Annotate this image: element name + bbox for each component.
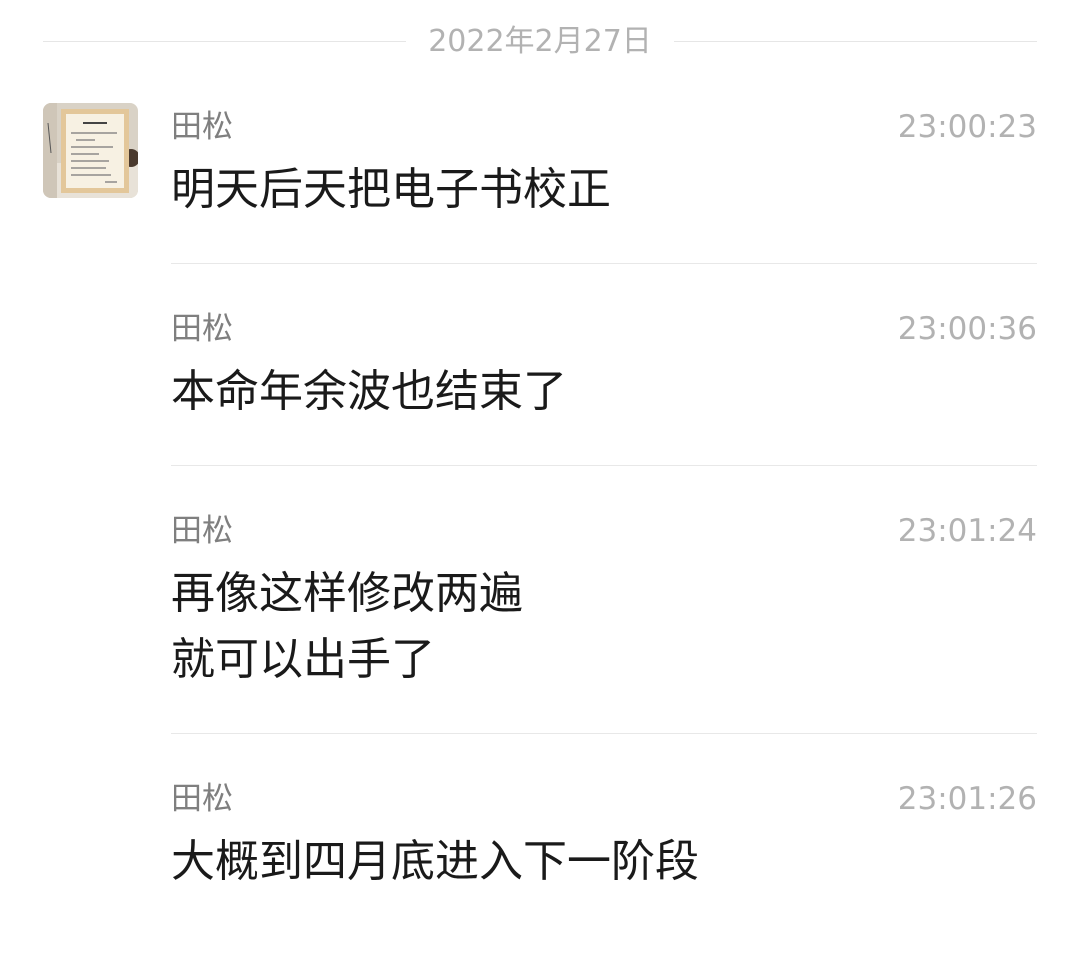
date-separator: 2022年2月27日: [0, 18, 1080, 66]
message-text: 再像这样修改两遍 就可以出手了: [171, 568, 523, 685]
separator-line-right: [674, 41, 1037, 42]
sender-name: 田松: [171, 311, 233, 347]
message-text: 明天后天把电子书校正: [171, 164, 611, 215]
date-label: 2022年2月27日: [428, 24, 652, 59]
sender-name: 田松: [171, 781, 233, 817]
sender-name: 田松: [171, 109, 233, 145]
message-time: 23:00:23: [897, 109, 1037, 145]
sender-name: 田松: [171, 513, 233, 549]
avatar[interactable]: [43, 103, 138, 198]
message-divider: [171, 733, 1037, 734]
separator-line-left: [43, 41, 406, 42]
message-text: 大概到四月底进入下一阶段: [171, 836, 699, 887]
message-divider: [171, 263, 1037, 264]
message-time: 23:00:36: [897, 311, 1037, 347]
message-divider: [171, 465, 1037, 466]
message-time: 23:01:24: [897, 513, 1037, 549]
framed-calligraphy-picture-icon: [43, 103, 138, 198]
message-time: 23:01:26: [897, 781, 1037, 817]
message-text: 本命年余波也结束了: [171, 366, 567, 417]
